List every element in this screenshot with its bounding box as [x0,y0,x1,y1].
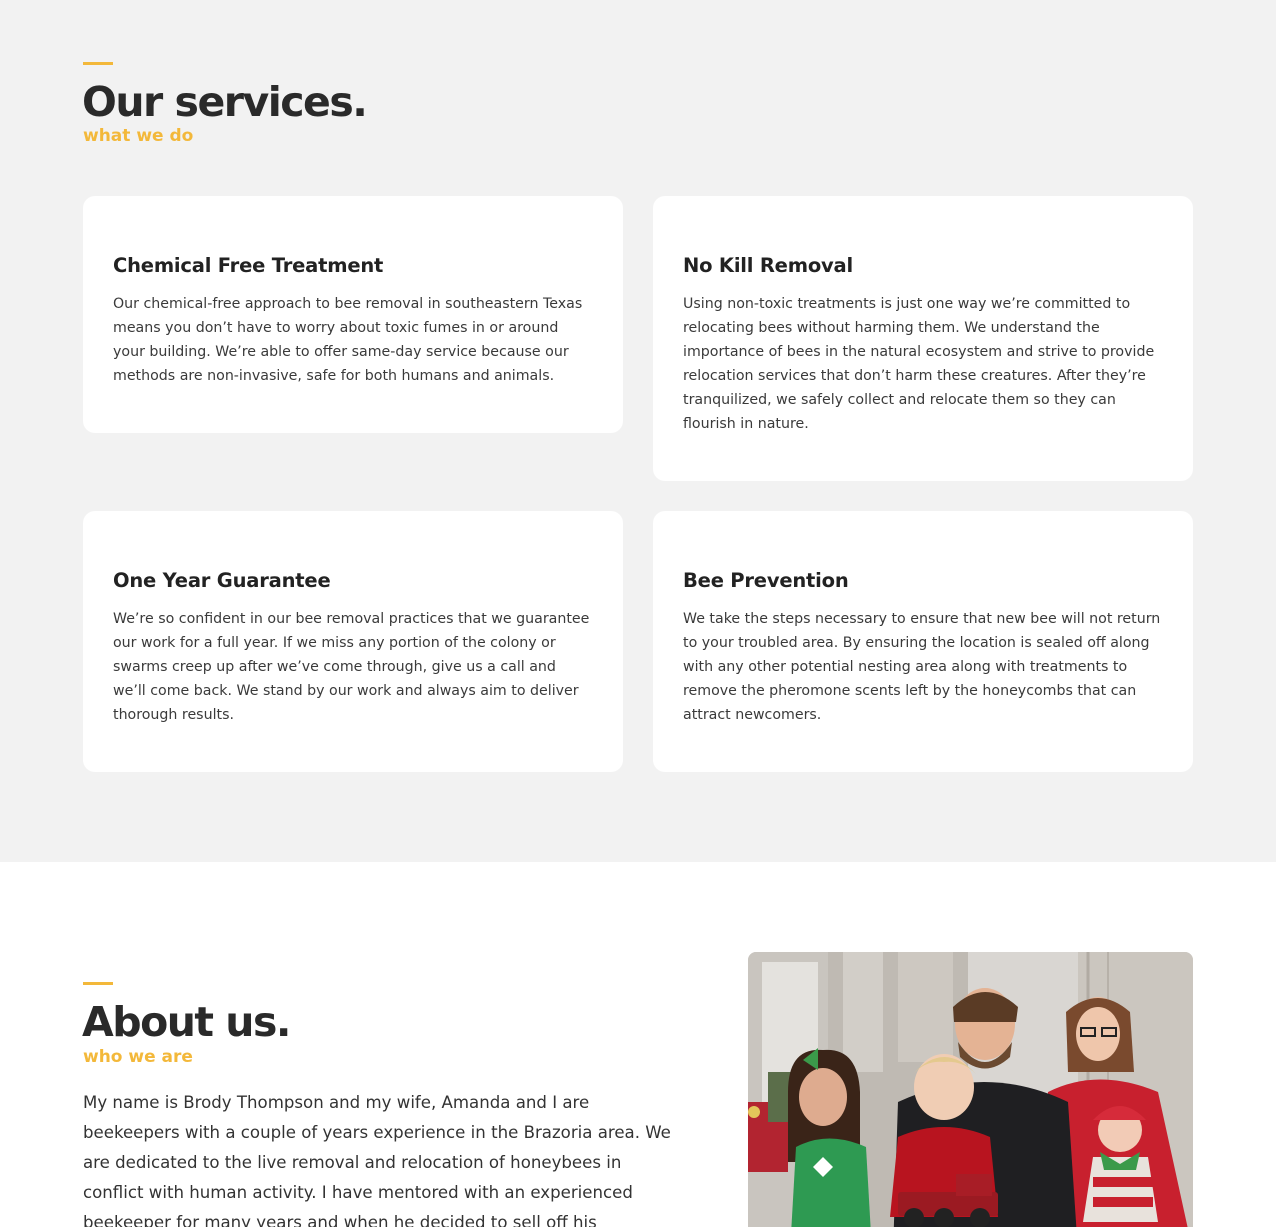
about-text: My name is Brody Thompson and my wife, A… [83,1093,671,1227]
service-card-guarantee: One Year Guarantee We’re so confident in… [83,511,623,772]
service-card-title: One Year Guarantee [113,569,331,592]
about-section: About us. who we are My name is Brody Th… [0,862,1276,1227]
about-title: About us. [82,998,291,1046]
service-card-text: Our chemical-free approach to bee remova… [113,296,583,384]
service-card-title: No Kill Removal [683,254,853,277]
service-card-no-kill: No Kill Removal Using non-toxic treatmen… [653,196,1193,481]
service-card-text: We’re so confident in our bee removal pr… [113,611,590,723]
about-subtitle: who we are [83,1047,193,1067]
service-card-title: Chemical Free Treatment [113,254,384,277]
services-subtitle: what we do [83,126,194,146]
services-section: Our services. what we do Chemical Free T… [0,0,1276,862]
services-accent-line [83,62,113,65]
service-card-title: Bee Prevention [683,569,849,592]
family-photo [748,952,1193,1227]
services-title: Our services. [82,78,368,126]
service-card-prevention: Bee Prevention We take the steps necessa… [653,511,1193,772]
about-accent-line [83,982,113,985]
service-card-text: We take the steps necessary to ensure th… [683,611,1161,723]
service-card-chemical-free: Chemical Free Treatment Our chemical-fre… [83,196,623,433]
service-card-text: Using non-toxic treatments is just one w… [683,296,1155,432]
